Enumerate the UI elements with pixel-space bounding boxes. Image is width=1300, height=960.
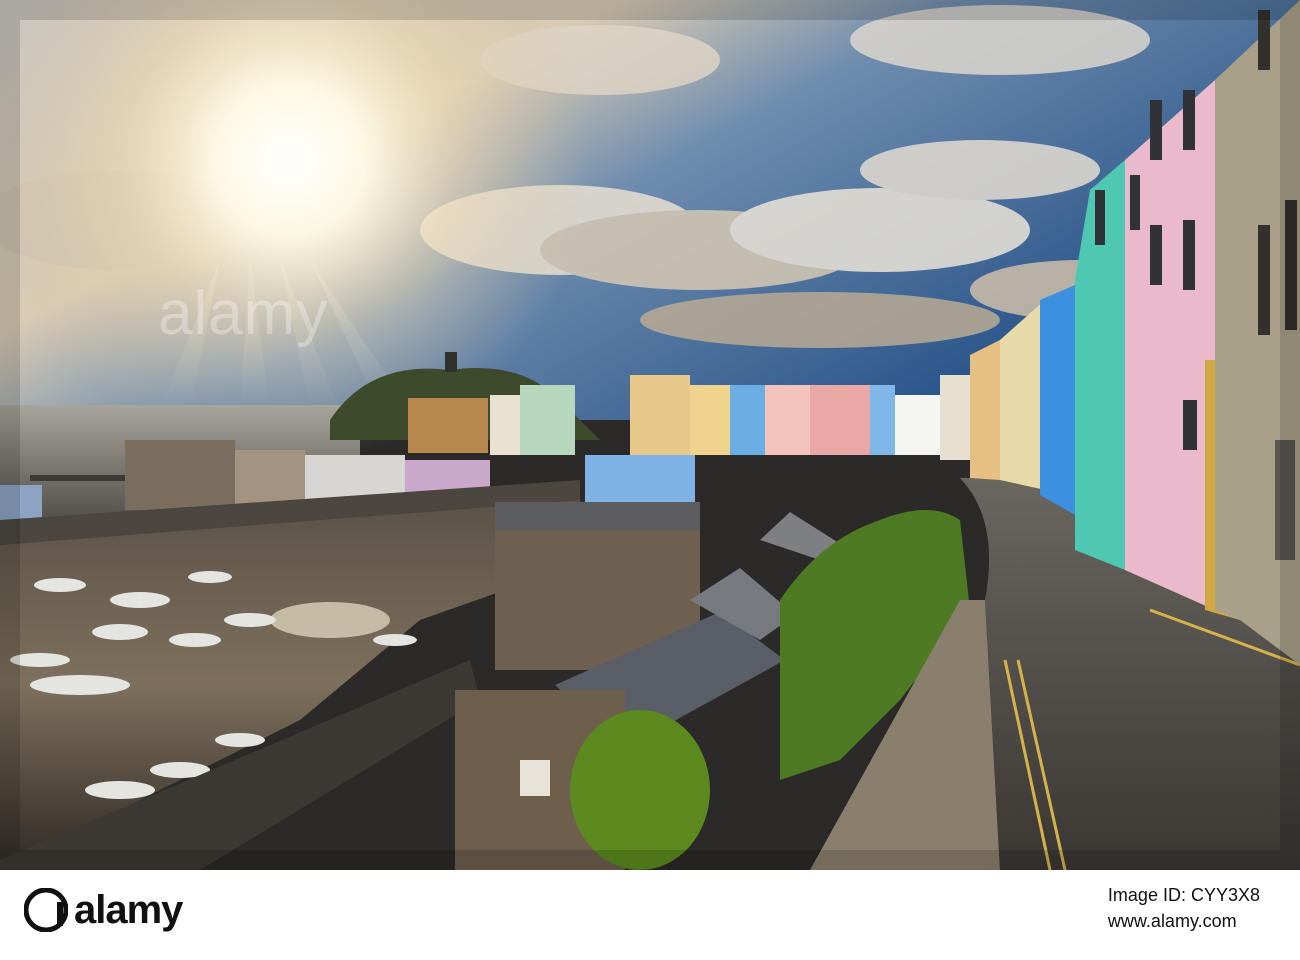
alamy-logo-icon	[23, 887, 69, 933]
site-url-link[interactable]: www.alamy.com	[1108, 908, 1260, 934]
image-id-label: Image ID: CYY3X8	[1107, 885, 1260, 905]
harbour-photo-illustration	[0, 0, 1300, 870]
brand-logo[interactable]: alamy	[23, 887, 183, 933]
stock-photo: alamy	[0, 0, 1300, 870]
footer-bar: alamy Image ID: CYY3X8 www.alamy.com	[0, 870, 1300, 960]
image-info: Image ID: CYY3X8 www.alamy.com	[1108, 882, 1260, 934]
brand-text: alamy	[74, 888, 183, 932]
foreground-tree	[570, 710, 710, 870]
